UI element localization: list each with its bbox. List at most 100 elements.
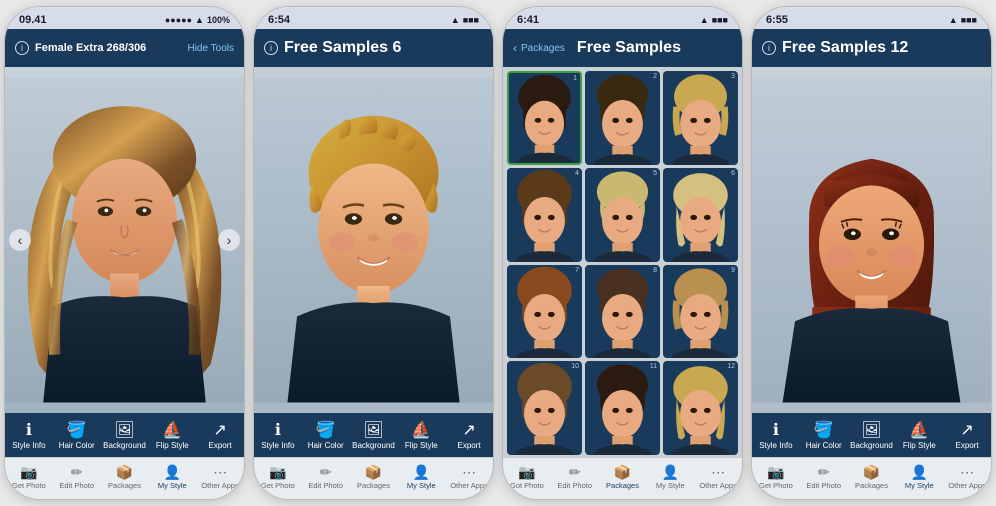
- hide-tools-btn[interactable]: Hide Tools: [187, 43, 234, 54]
- status-bar-3: 6:41 ▲ ■■■: [503, 7, 742, 29]
- nav-bar-3: ‹ Packages Free Samples: [503, 29, 742, 67]
- flip-style-btn-1[interactable]: ⛵ Flip Style: [148, 423, 196, 450]
- cell-number-12: 12: [727, 363, 735, 370]
- next-arrow[interactable]: ›: [218, 229, 240, 251]
- style-info-btn-2[interactable]: ℹ Style Info: [254, 423, 302, 450]
- person-illustration-1: [5, 67, 244, 413]
- tab-edit-photo-3[interactable]: ✏ Edit Photo: [551, 465, 599, 490]
- tab-packages-3[interactable]: 📦 Packages: [599, 465, 647, 490]
- bottom-tabs-3: 📷 Got Photo ✏ Edit Photo 📦 Packages 👤 My…: [503, 457, 742, 499]
- tab-got-photo-3[interactable]: 📷 Got Photo: [503, 465, 551, 490]
- style-info-btn-4[interactable]: ℹ Style Info: [752, 423, 800, 450]
- style-info-btn[interactable]: ℹ Style Info: [5, 423, 53, 450]
- my-style-icon-4: 👤: [911, 465, 928, 479]
- phone-4: 6:55 ▲ ■■■ i Free Samples 12: [751, 6, 992, 500]
- edit-photo-icon-1: ✏: [71, 465, 83, 479]
- status-icons-1: ●●●●● ▲ 100%: [165, 15, 230, 25]
- background-icon-2: 🖼: [363, 423, 383, 439]
- tab-get-photo-2[interactable]: 📷 Get Photo: [254, 465, 302, 490]
- hairstyle-cell-7[interactable]: 7: [507, 265, 582, 359]
- background-label-1: Background: [103, 441, 146, 450]
- status-bar-2: 6:54 ▲ ■■■: [254, 7, 493, 29]
- tab-other-apps-1[interactable]: ⋯ Other Apps: [196, 465, 244, 490]
- back-label-3[interactable]: Packages: [521, 43, 565, 54]
- prev-arrow[interactable]: ‹: [9, 229, 31, 251]
- got-photo-icon-3: 📷: [518, 465, 535, 479]
- hairstyle-cell-1[interactable]: 1: [507, 71, 582, 165]
- hairstyle-cell-12[interactable]: 12: [663, 361, 738, 455]
- tab-other-apps-3[interactable]: ⋯ Other Apps: [694, 465, 742, 490]
- status-bar-1: 09.41 ●●●●● ▲ 100%: [5, 7, 244, 29]
- status-bar-4: 6:55 ▲ ■■■: [752, 7, 991, 29]
- status-icons-4: ▲ ■■■: [949, 15, 977, 25]
- flip-style-btn-4[interactable]: ⛵ Flip Style: [895, 423, 943, 450]
- export-icon-1: ↗: [213, 423, 226, 439]
- tab-packages-1[interactable]: 📦 Packages: [101, 465, 149, 490]
- background-btn-4[interactable]: 🖼 Background: [848, 423, 896, 450]
- hair-color-btn-4[interactable]: 🪣 Hair Color: [800, 423, 848, 450]
- hairstyle-cell-5[interactable]: 5: [585, 168, 660, 262]
- export-btn-2[interactable]: ↗ Export: [445, 423, 493, 450]
- hair-color-btn-2[interactable]: 🪣 Hair Color: [302, 423, 350, 450]
- hairstyle-cell-6[interactable]: 6: [663, 168, 738, 262]
- status-icons-3: ▲ ■■■: [700, 15, 728, 25]
- battery-4: ■■■: [961, 15, 977, 25]
- cell-number-11: 11: [650, 363, 657, 370]
- tab-my-style-2[interactable]: 👤 My Style: [397, 465, 445, 490]
- tab-edit-photo-1[interactable]: ✏ Edit Photo: [53, 465, 101, 490]
- hairstyle-cell-9[interactable]: 9: [663, 265, 738, 359]
- hairstyle-cell-8[interactable]: 8: [585, 265, 660, 359]
- signal-icon-3: ▲: [700, 15, 709, 25]
- tab-get-photo-4[interactable]: 📷 Get Photo: [752, 465, 800, 490]
- hairstyle-cell-4[interactable]: 4: [507, 168, 582, 262]
- phone-3: 6:41 ▲ ■■■ ‹ Packages Free Samples 1 2: [502, 6, 743, 500]
- tab-edit-photo-4[interactable]: ✏ Edit Photo: [800, 465, 848, 490]
- tab-other-apps-2[interactable]: ⋯ Other Apps: [445, 465, 493, 490]
- cell-number-1: 1: [573, 75, 577, 82]
- hairstyle-cell-3[interactable]: 3: [663, 71, 738, 165]
- export-btn-1[interactable]: ↗ Export: [196, 423, 244, 450]
- tab-packages-4[interactable]: 📦 Packages: [848, 465, 896, 490]
- signal-icon-1: ●●●●●: [165, 15, 192, 25]
- export-label-1: Export: [209, 441, 232, 450]
- tab-packages-2[interactable]: 📦 Packages: [350, 465, 398, 490]
- main-content-2: [254, 67, 493, 413]
- flip-style-icon-1: ⛵: [162, 423, 182, 439]
- export-btn-4[interactable]: ↗ Export: [943, 423, 991, 450]
- back-button-3[interactable]: ‹: [513, 41, 517, 55]
- cell-number-4: 4: [575, 170, 579, 177]
- get-photo-icon-4: 📷: [767, 465, 784, 479]
- hairstyle-cell-11[interactable]: 11: [585, 361, 660, 455]
- style-info-icon-2: ℹ: [275, 423, 281, 439]
- info-icon-2[interactable]: i: [264, 41, 278, 55]
- packages-icon-1: 📦: [116, 465, 133, 479]
- my-style-icon-2: 👤: [413, 465, 430, 479]
- nav-bar-1: i Female Extra 268/306 Hide Tools: [5, 29, 244, 67]
- phone-2: 6:54 ▲ ■■■ i Free Samples 6: [253, 6, 494, 500]
- hair-color-btn-1[interactable]: 🪣 Hair Color: [53, 423, 101, 450]
- other-apps-icon-1: ⋯: [213, 465, 227, 479]
- export-icon-2: ↗: [462, 423, 475, 439]
- info-icon-1[interactable]: i: [15, 41, 29, 55]
- tab-my-style-3[interactable]: 👤 My Style: [646, 465, 694, 490]
- hairstyle-cell-2[interactable]: 2: [585, 71, 660, 165]
- my-style-icon-3: 👤: [662, 465, 679, 479]
- packages-icon-3: 📦: [614, 465, 631, 479]
- tab-my-style-4[interactable]: 👤 My Style: [895, 465, 943, 490]
- tab-my-style-1[interactable]: 👤 My Style: [148, 465, 196, 490]
- tab-edit-photo-2[interactable]: ✏ Edit Photo: [302, 465, 350, 490]
- background-btn-1[interactable]: 🖼 Background: [101, 423, 149, 450]
- background-btn-2[interactable]: 🖼 Background: [350, 423, 398, 450]
- tab-other-apps-4[interactable]: ⋯ Other Apps: [943, 465, 991, 490]
- cell-number-6: 6: [731, 170, 735, 177]
- background-icon-1: 🖼: [114, 423, 134, 439]
- flip-style-btn-2[interactable]: ⛵ Flip Style: [397, 423, 445, 450]
- hairstyle-cell-10[interactable]: 10: [507, 361, 582, 455]
- info-icon-4[interactable]: i: [762, 41, 776, 55]
- tab-get-photo-1[interactable]: 📷 Get Photo: [5, 465, 53, 490]
- bottom-toolbar-4: ℹ Style Info 🪣 Hair Color 🖼 Background ⛵…: [752, 413, 991, 457]
- cell-number-5: 5: [653, 170, 657, 177]
- signal-icon-2: ▲: [451, 15, 460, 25]
- background-icon-4: 🖼: [861, 423, 881, 439]
- hair-color-icon-4: 🪣: [814, 423, 834, 439]
